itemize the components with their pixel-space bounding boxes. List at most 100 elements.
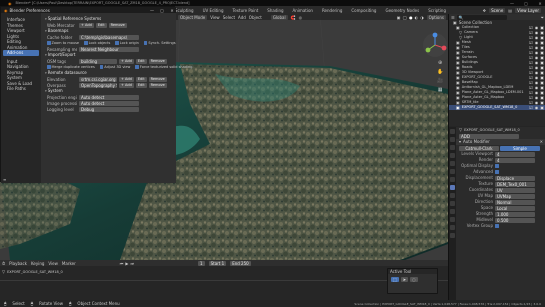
render-tab-icon[interactable] [450,137,455,142]
camera-icon[interactable]: ▣ [540,105,544,110]
object-tab-icon[interactable] [450,177,455,182]
start-frame-field[interactable]: Start 1 [208,260,227,266]
jump-start-icon[interactable]: ⏮ [120,261,124,266]
viewport-menu-view[interactable]: View [210,15,220,20]
prefs-edit-button[interactable]: Edit [135,58,147,64]
prefs-nav-interface[interactable]: Interface [3,17,39,23]
prefs-add-button[interactable]: + Add [119,58,134,64]
property-field[interactable]: Local [495,205,535,211]
tab-scripting[interactable]: Scripting [424,7,450,14]
property-field[interactable]: 4 [495,157,535,163]
physics-tab-icon[interactable] [450,201,455,206]
select-box-tool-icon[interactable]: ⬚ [391,277,399,282]
modifier-tab-icon[interactable] [450,185,455,190]
checkbox-icon[interactable] [495,170,499,174]
checkbox-icon[interactable] [47,41,51,45]
property-field[interactable]: UVMap [495,193,535,199]
grid-view-icon[interactable]: ▦ [438,87,443,93]
prefs-add-button[interactable]: + Add [119,76,134,82]
tweak-tool-icon[interactable]: ➤ [400,277,409,282]
checkbox-icon[interactable] [115,41,119,45]
timeline-editor-icon[interactable]: ⏱ [2,261,5,266]
proportional-edit-icon[interactable]: ◎ [299,15,303,20]
eye-icon[interactable]: ◉ [535,105,539,110]
end-frame-field[interactable]: End 250 [230,260,251,266]
prefs-edit-button[interactable]: Edit [135,76,147,82]
outliner-editor-icon[interactable]: ☰ [451,15,455,20]
modifier-close-icon[interactable]: ✕ [540,139,545,145]
view-menu[interactable]: View [48,261,58,266]
data-tab-icon[interactable] [450,217,455,222]
minimize-button[interactable]: — [507,1,517,6]
prefs-value-field[interactable]: Auto detect [79,100,139,106]
prefs-value-field[interactable]: Nearest Neighbour [79,46,139,52]
catmull-clark-button[interactable]: Catmull-Clark [459,145,499,151]
prefs-nav-viewport[interactable]: Viewport [3,28,39,34]
checkbox-icon[interactable] [495,224,499,228]
xray-icon[interactable]: ▣ [397,15,401,20]
minimize-prefs-button[interactable]: — [148,8,156,13]
modifier-expand-icon[interactable]: ▾ [459,139,461,145]
prefs-value-field[interactable]: Auto detect [79,94,139,100]
maximize-button[interactable]: ▢ [521,1,531,6]
view-layer-tab-icon[interactable] [450,153,455,158]
prefs-value-field[interactable]: Debug [79,106,139,112]
prefs-value-field[interactable]: building [79,58,117,64]
snap-icon[interactable]: 🧲 [291,15,296,20]
checkbox-icon[interactable] [99,65,104,69]
prefs-nav-file-paths[interactable]: File Paths [3,86,39,92]
prefs-checkbox[interactable]: Synch. Settings [143,41,176,45]
view-layer-field[interactable]: View Layer [515,7,541,13]
prefs-nav-navigation[interactable]: Navigation [3,64,39,70]
property-field[interactable]: 0.500 [495,217,535,223]
viewport-menu-object[interactable]: Object [249,15,262,20]
prefs-edit-button[interactable]: Edit [95,22,107,28]
prefs-add-button[interactable]: + Add [79,22,94,28]
outliner-item[interactable]: ▣ EXPORT_GOOGLE_SAT_WM18_0 ☑ ◉ ▣ [449,105,545,110]
tab-geometry-nodes[interactable]: Geometry Nodes [381,7,423,14]
modifier-name[interactable]: Auto Modifier [463,139,490,145]
jump-end-icon[interactable]: ⏭ [130,261,134,266]
wireframe-shading-icon[interactable]: ◯ [403,15,407,20]
prefs-remove-button[interactable]: Remove [148,82,167,88]
camera-view-icon[interactable]: 🎥 [437,78,443,84]
prefs-checkbox[interactable]: Zoom to mouse [47,41,79,45]
prefs-checkbox[interactable]: Adjust 3D view [99,65,130,69]
transform-orientation[interactable]: Global [270,14,288,20]
scene-field[interactable]: Scene [489,7,506,13]
prefs-remove-button[interactable]: Remove [108,22,127,28]
current-frame-field[interactable]: 1 [198,260,205,266]
close-window-button[interactable]: ✕ [535,1,545,6]
add-modifier-button[interactable]: ADD [459,133,519,139]
outliner-search[interactable]: 🔍 [456,14,507,20]
pan-hand-icon[interactable]: ✋ [437,69,443,75]
prefs-value-field[interactable]: OpenTopography SRTM 30m [79,82,117,88]
play-icon[interactable]: ▶ [125,261,128,266]
prefs-value-field[interactable]: srtm.csi.cgiar.org [79,76,117,82]
prefs-edit-button[interactable]: Edit [135,82,147,88]
tool-tab-icon[interactable] [450,129,455,134]
prefs-remove-button[interactable]: Remove [148,58,167,64]
texture-tab-icon[interactable] [450,233,455,238]
material-shading-icon[interactable]: ◐ [415,15,419,20]
constraints-tab-icon[interactable] [450,209,455,214]
options-dropdown[interactable]: Options [426,14,446,20]
property-field[interactable]: Displace [495,175,535,181]
marker-menu[interactable]: Marker [62,261,76,266]
prefs-checkbox[interactable]: Lock objects [84,41,110,45]
checkbox-icon[interactable] [135,65,139,69]
property-field[interactable]: Normal [495,199,535,205]
prefs-checkbox[interactable]: Merge duplicate vertices [47,65,95,69]
navigation-gizmo[interactable] [422,32,448,59]
prefs-add-button[interactable]: + Add [119,82,134,88]
tab-compositing[interactable]: Compositing [347,7,380,14]
property-field[interactable]: UV [495,187,535,193]
filter-icon[interactable]: ⏷ [541,15,544,20]
tab-texture-paint[interactable]: Texture Paint [228,7,262,14]
material-tab-icon[interactable] [450,225,455,230]
prefs-checkbox[interactable]: Force texturized solid shading [135,65,192,69]
rendered-shading-icon[interactable]: ◑ [420,15,424,20]
tab-shading[interactable]: Shading [263,7,287,14]
tab-rendering[interactable]: Rendering [318,7,346,14]
property-field[interactable]: 1.000 [495,211,535,217]
